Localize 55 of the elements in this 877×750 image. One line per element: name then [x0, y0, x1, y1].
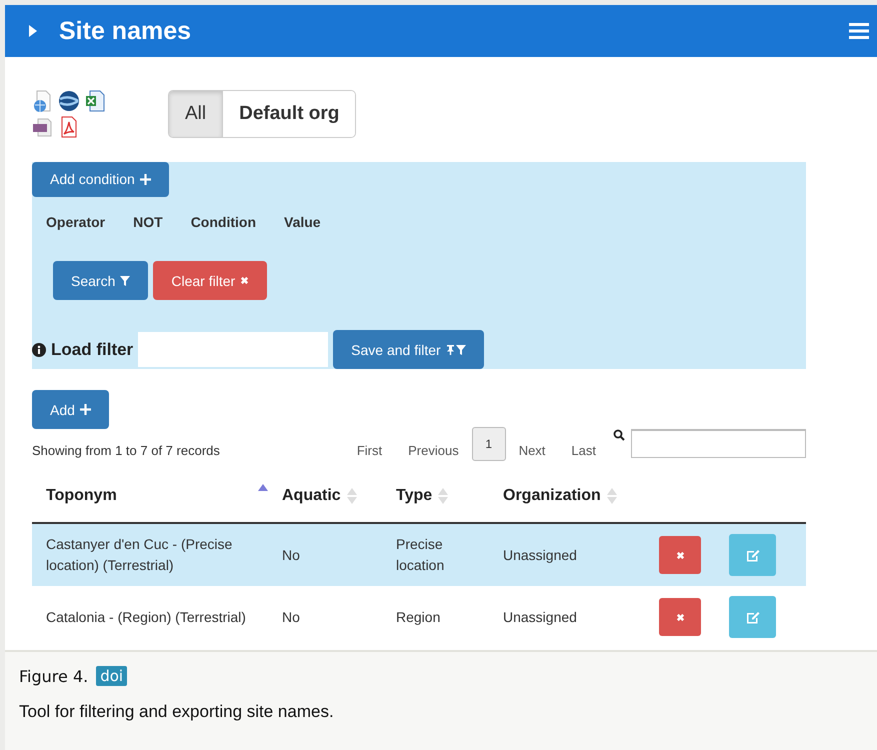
table-cell: Region: [396, 608, 440, 624]
table-cell: Precise location: [396, 536, 444, 573]
close-icon: [676, 550, 684, 560]
add-condition-button[interactable]: Add condition: [32, 162, 169, 196]
page-title: Site names: [59, 16, 192, 46]
column-label: Condition: [190, 214, 256, 232]
doi-link[interactable]: doi: [96, 666, 128, 686]
filter-icon: [120, 276, 130, 286]
search-button[interactable]: Search: [53, 261, 148, 300]
table-cell: Unassigned: [503, 546, 577, 562]
load-filter-field[interactable]: [138, 332, 328, 367]
table-cell: Unassigned: [503, 608, 577, 624]
delete-button[interactable]: [659, 598, 701, 636]
info-icon: [32, 342, 46, 356]
add-button[interactable]: Add: [32, 390, 109, 429]
spreadsheet-icon[interactable]: [84, 90, 106, 112]
pagination-link[interactable]: Next: [506, 443, 558, 461]
edit-button[interactable]: [729, 596, 776, 638]
table-cell: Castanyer d'en Cuc - (Precise location) (Terrestrial): [46, 536, 232, 573]
table-cell: No: [282, 546, 300, 562]
search-icon: [613, 429, 625, 441]
caret-right-icon[interactable]: [29, 25, 37, 37]
plus-icon: [80, 404, 91, 415]
table-cell: Catalonia - (Region) (Terrestrial): [46, 608, 246, 624]
column-header[interactable]: Type: [396, 487, 432, 505]
figure-label: Figure 4.: [19, 666, 88, 686]
delete-button[interactable]: [659, 536, 701, 574]
load-filter-label: Load filter: [51, 340, 134, 360]
clear-filter-button[interactable]: Clear filter: [153, 261, 268, 300]
pagination-link[interactable]: Last: [558, 443, 609, 461]
column-label: NOT: [133, 214, 163, 232]
pin-filter-icon: [446, 344, 466, 354]
save-and-filter-button[interactable]: Save and filter: [333, 330, 484, 369]
plus-icon: [140, 174, 151, 185]
menu-icon[interactable]: [849, 23, 869, 39]
pagination-link[interactable]: Previous: [395, 443, 472, 461]
globe-icon[interactable]: [58, 90, 80, 112]
records-info: Showing from 1 to 7 of 7 records: [32, 443, 221, 460]
close-icon: [240, 276, 250, 286]
column-label: Operator: [46, 214, 106, 232]
column-header[interactable]: Aquatic: [282, 487, 341, 505]
page-button[interactable]: 1: [472, 427, 506, 461]
close-icon: [676, 612, 684, 622]
edit-icon: [746, 548, 760, 562]
column-header[interactable]: Toponym: [46, 487, 117, 505]
edit-icon: [746, 610, 760, 624]
pagination-link[interactable]: First: [344, 443, 396, 461]
column-label: Value: [284, 214, 321, 232]
figure-caption: Tool for filtering and exporting site names.: [19, 702, 335, 722]
search-field[interactable]: [631, 429, 806, 458]
csv-file-icon[interactable]: [32, 116, 54, 138]
organization-toggle-button[interactable]: All: [169, 91, 224, 137]
column-header[interactable]: Organization: [503, 487, 601, 505]
table-cell: No: [282, 608, 300, 624]
edit-button[interactable]: [729, 534, 776, 576]
